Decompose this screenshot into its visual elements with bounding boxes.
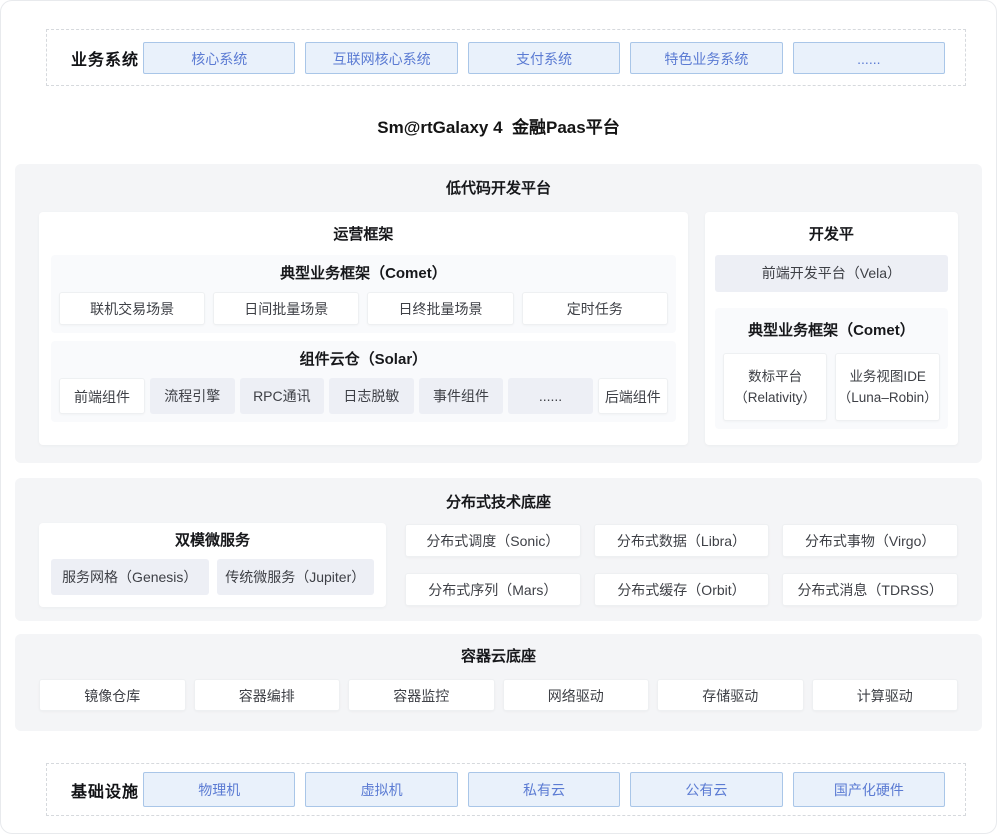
comet-framework-items: 联机交易场景 日间批量场景 日终批量场景 定时任务 [59,292,668,325]
dev-platform-card: 开发平 前端开发平台（Vela） 典型业务框架（Comet） 数标平台 （Rel… [705,212,958,445]
business-system-item-more: ...... [793,42,945,74]
business-system-item-core: 核心系统 [143,42,295,74]
virgo-transaction-item: 分布式事物（Virgo） [782,524,958,557]
solar-item-rpc: RPC通讯 [240,378,325,414]
relativity-platform-item: 数标平台 （Relativity） [723,353,828,421]
comet-framework-card: 典型业务框架（Comet） 联机交易场景 日间批量场景 日终批量场景 定时任务 [51,255,676,333]
business-system-item-payment: 支付系统 [468,42,620,74]
solar-item-process-engine: 流程引擎 [150,378,235,414]
business-systems-label: 业务系统 [71,46,143,70]
comet-item-scheduled-task: 定时任务 [522,292,668,325]
sonic-scheduling-item: 分布式调度（Sonic） [405,524,581,557]
relativity-line1: 数标平台 [748,366,802,387]
distributed-base-body: 双模微服务 服务网格（Genesis） 传统微服务（Jupiter） 分布式调度… [39,523,958,607]
business-systems-list: 核心系统 互联网核心系统 支付系统 特色业务系统 ...... [143,42,945,74]
dual-mode-microservice-card: 双模微服务 服务网格（Genesis） 传统微服务（Jupiter） [39,523,386,607]
infrastructure-label: 基础设施 [71,778,143,802]
comet-item-online-trade: 联机交易场景 [59,292,205,325]
solar-item-backend-components: 后端组件 [598,378,668,414]
infrastructure-item-domestic-hardware: 国产化硬件 [793,772,945,807]
network-driver-item: 网络驱动 [503,679,650,711]
container-orchestration-item: 容器编排 [194,679,341,711]
infrastructure-item-private-cloud: 私有云 [468,772,620,807]
compute-driver-item: 计算驱动 [812,679,959,711]
dual-mode-items: 服务网格（Genesis） 传统微服务（Jupiter） [51,559,374,595]
container-monitoring-item: 容器监控 [348,679,495,711]
tdrss-message-item: 分布式消息（TDRSS） [782,573,958,606]
solar-warehouse-title: 组件云仓（Solar） [59,349,668,370]
dev-platform-title: 开发平 [715,212,948,246]
solar-item-log-masking: 日志脱敏 [329,378,414,414]
solar-item-event-components: 事件组件 [419,378,504,414]
page-title: Sm@rtGalaxy 4 金融Paas平台 [1,86,996,164]
business-system-item-special: 特色业务系统 [630,42,782,74]
business-system-item-internet-core: 互联网核心系统 [305,42,457,74]
lowcode-platform-body: 运营框架 典型业务框架（Comet） 联机交易场景 日间批量场景 日终批量场景 … [39,212,958,445]
dual-mode-title: 双模微服务 [51,523,374,551]
libra-data-item: 分布式数据（Libra） [594,524,770,557]
luna-robin-ide-item: 业务视图IDE （Luna–Robin） [835,353,940,421]
infrastructure-panel: 基础设施 物理机 虚拟机 私有云 公有云 国产化硬件 [46,763,966,816]
infrastructure-item-vm: 虚拟机 [305,772,457,807]
solar-warehouse-items: 前端组件 流程引擎 RPC通讯 日志脱敏 事件组件 ...... 后端组件 [59,378,668,414]
dev-comet-items: 数标平台 （Relativity） 业务视图IDE （Luna–Robin） [723,353,940,421]
operation-framework-title: 运营框架 [51,212,676,246]
relativity-line2: （Relativity） [734,387,816,408]
solar-item-frontend-components: 前端组件 [59,378,145,414]
mars-sequence-item: 分布式序列（Mars） [405,573,581,606]
luna-robin-line1: 业务视图IDE [849,366,926,387]
luna-robin-line2: （Luna–Robin） [838,387,938,408]
infrastructure-list: 物理机 虚拟机 私有云 公有云 国产化硬件 [143,772,945,807]
dev-comet-title: 典型业务框架（Comet） [723,320,940,341]
container-cloud-items: 镜像仓库 容器编排 容器监控 网络驱动 存储驱动 计算驱动 [39,679,958,711]
container-cloud-panel: 容器云底座 镜像仓库 容器编排 容器监控 网络驱动 存储驱动 计算驱动 [15,634,982,731]
container-cloud-title: 容器云底座 [39,634,958,667]
comet-item-daytime-batch: 日间批量场景 [213,292,359,325]
distributed-services-grid: 分布式调度（Sonic） 分布式数据（Libra） 分布式事物（Virgo） 分… [405,523,958,607]
genesis-service-mesh-item: 服务网格（Genesis） [51,559,209,595]
lowcode-platform-panel: 低代码开发平台 运营框架 典型业务框架（Comet） 联机交易场景 日间批量场景… [15,164,982,463]
comet-framework-title: 典型业务框架（Comet） [59,263,668,284]
operation-framework-card: 运营框架 典型业务框架（Comet） 联机交易场景 日间批量场景 日终批量场景 … [39,212,688,445]
infrastructure-item-public-cloud: 公有云 [630,772,782,807]
vela-frontend-platform: 前端开发平台（Vela） [715,255,948,292]
business-systems-panel: 业务系统 核心系统 互联网核心系统 支付系统 特色业务系统 ...... [46,29,966,86]
distributed-base-panel: 分布式技术底座 双模微服务 服务网格（Genesis） 传统微服务（Jupite… [15,478,982,621]
orbit-cache-item: 分布式缓存（Orbit） [594,573,770,606]
dev-comet-card: 典型业务框架（Comet） 数标平台 （Relativity） 业务视图IDE … [715,308,948,429]
comet-item-endofday-batch: 日终批量场景 [367,292,513,325]
lowcode-platform-title: 低代码开发平台 [15,164,982,199]
jupiter-microservice-item: 传统微服务（Jupiter） [217,559,375,595]
image-registry-item: 镜像仓库 [39,679,186,711]
solar-item-more: ...... [508,378,593,414]
infrastructure-item-physical: 物理机 [143,772,295,807]
architecture-diagram-page: 业务系统 核心系统 互联网核心系统 支付系统 特色业务系统 ...... Sm@… [0,0,997,834]
solar-warehouse-card: 组件云仓（Solar） 前端组件 流程引擎 RPC通讯 日志脱敏 事件组件 ..… [51,341,676,422]
storage-driver-item: 存储驱动 [657,679,804,711]
distributed-base-title: 分布式技术底座 [15,478,982,513]
